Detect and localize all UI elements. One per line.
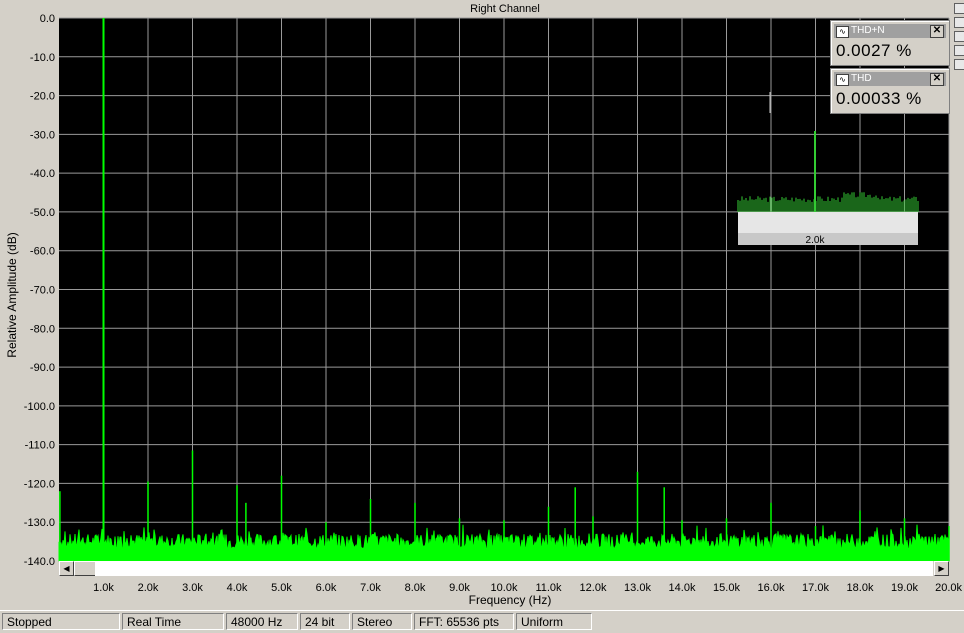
y-tick-label: -30.0	[30, 129, 55, 141]
side-tab-3[interactable]	[954, 31, 964, 42]
x-tick-label: 13.0k	[624, 582, 651, 594]
x-tick-label: 6.0k	[316, 582, 337, 594]
x-tick-label: 2.0k	[138, 582, 159, 594]
y-tick-label: -130.0	[24, 517, 55, 529]
meter-icon: ∿	[836, 74, 849, 86]
y-tick-label: -90.0	[30, 362, 55, 374]
y-tick-label: -10.0	[30, 52, 55, 64]
thd-value: 0.00033 %	[836, 89, 922, 108]
x-tick-label: 9.0k	[449, 582, 470, 594]
thdn-meter[interactable]: ∿ THD+N ✕ 0.0027 %	[830, 20, 950, 66]
side-panel-tabs[interactable]	[953, 0, 964, 120]
scroll-right-icon[interactable]: ▶	[934, 561, 949, 576]
y-tick-label: -80.0	[30, 323, 55, 335]
x-tick-label: 3.0k	[182, 582, 203, 594]
scroll-thumb[interactable]	[74, 561, 96, 576]
status-bar: Stopped Real Time 48000 Hz 24 bit Stereo…	[0, 610, 964, 633]
inset-tick-label: 2.0k	[806, 235, 826, 246]
x-tick-label: 18.0k	[847, 582, 874, 594]
close-icon[interactable]: ✕	[930, 25, 944, 38]
thd-meter-titlebar[interactable]: ∿ THD ✕	[834, 72, 946, 86]
y-tick-label: -120.0	[24, 478, 55, 490]
x-tick-label: 19.0k	[891, 582, 918, 594]
status-sample-rate: 48000 Hz	[226, 613, 298, 630]
x-tick-label: 20.0k	[935, 582, 962, 594]
x-tick-label: 15.0k	[713, 582, 740, 594]
side-tab-1[interactable]	[954, 3, 964, 14]
status-window: Uniform	[516, 613, 592, 630]
x-tick-label: 1.0k	[93, 582, 114, 594]
x-tick-label: 12.0k	[580, 582, 607, 594]
scroll-track[interactable]	[95, 561, 933, 576]
scroll-left-icon[interactable]: ◀	[59, 561, 74, 576]
status-mode: Real Time	[122, 613, 224, 630]
x-tick-label: 8.0k	[405, 582, 426, 594]
x-tick-label: 7.0k	[360, 582, 381, 594]
x-tick-label: 5.0k	[271, 582, 292, 594]
y-tick-label: -140.0	[24, 556, 55, 568]
y-tick-label: -50.0	[30, 207, 55, 219]
y-tick-label: -100.0	[24, 401, 55, 413]
y-tick-label: -20.0	[30, 91, 55, 103]
x-tick-label: 17.0k	[802, 582, 829, 594]
y-axis-ticks: 0.0 -10.0 -20.0 -30.0 -40.0 -50.0 -60.0 -70.0 -8…	[24, 13, 55, 568]
side-tab-2[interactable]	[954, 17, 964, 28]
thdn-meter-title: THD+N	[851, 25, 885, 36]
status-bit-depth: 24 bit	[300, 613, 350, 630]
y-axis-label: Relative Amplitude (dB)	[5, 232, 19, 357]
x-axis-label: Frequency (Hz)	[469, 593, 552, 607]
thd-meter-title: THD	[851, 73, 872, 84]
status-fft-size: FFT: 65536 pts	[414, 613, 514, 630]
x-tick-label: 16.0k	[758, 582, 785, 594]
horizontal-scrollbar[interactable]: ◀ ▶	[59, 561, 949, 576]
side-tab-4[interactable]	[954, 45, 964, 56]
x-tick-label: 4.0k	[227, 582, 248, 594]
status-run-state: Stopped	[2, 613, 120, 630]
side-tab-5[interactable]	[954, 59, 964, 70]
thdn-value: 0.0027 %	[836, 41, 912, 60]
y-tick-label: -60.0	[30, 246, 55, 258]
y-tick-label: -70.0	[30, 285, 55, 297]
y-tick-label: -40.0	[30, 168, 55, 180]
y-tick-label: 0.0	[40, 13, 55, 25]
meter-icon: ∿	[836, 26, 849, 38]
close-icon[interactable]: ✕	[930, 73, 944, 86]
y-tick-label: -110.0	[25, 440, 55, 452]
status-channels: Stereo	[352, 613, 412, 630]
spectrum-chart: Right Channel 0.0 -10.0 -20.0 -30.0 -40.0 -50…	[5, 3, 962, 607]
chart-title: Right Channel	[470, 3, 540, 15]
thd-meter[interactable]: ∿ THD ✕ 0.00033 %	[830, 68, 950, 114]
thdn-meter-titlebar[interactable]: ∿ THD+N ✕	[834, 24, 946, 38]
x-tick-label: 14.0k	[669, 582, 696, 594]
